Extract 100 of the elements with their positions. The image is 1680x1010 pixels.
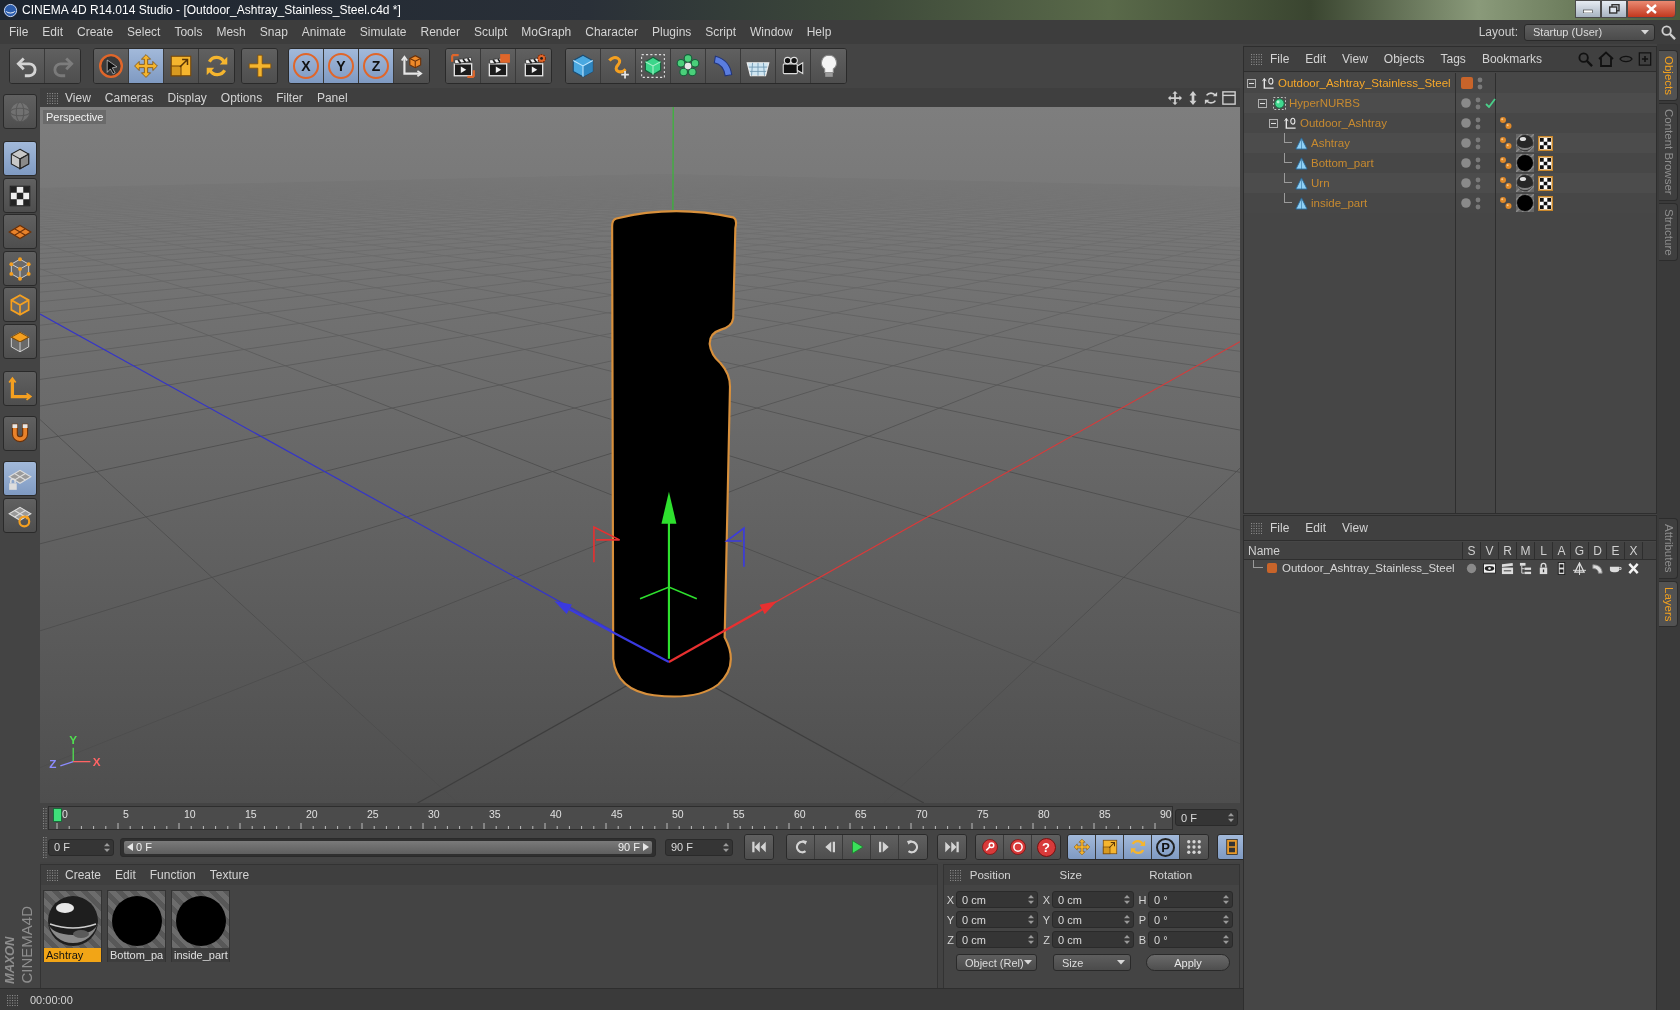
cross-icon[interactable] (1626, 561, 1640, 575)
camera-button[interactable] (776, 49, 811, 83)
material-tile[interactable]: Ashtray (43, 890, 102, 962)
sphere-tile-icon[interactable] (1516, 154, 1534, 172)
menu-item[interactable]: Tools (167, 25, 210, 39)
go-to-start-button[interactable] (745, 835, 773, 859)
minus-box-icon[interactable] (1258, 98, 1267, 108)
checker-tile-icon[interactable] (1538, 175, 1553, 191)
eye-icon[interactable] (1482, 561, 1496, 575)
grip-handle-icon[interactable] (6, 994, 18, 1006)
y-axis-arrow[interactable] (661, 491, 677, 659)
double-dot-icon[interactable] (1499, 196, 1512, 210)
model-mode-button[interactable] (3, 141, 37, 176)
point-level-button[interactable] (1180, 835, 1208, 859)
menu-item[interactable]: Render (413, 25, 467, 39)
menu-item[interactable]: Bookmarks (1473, 52, 1550, 66)
previous-key-button[interactable] (787, 835, 815, 859)
menu-item[interactable]: Sculpt (466, 25, 515, 39)
column-header[interactable]: L (1534, 542, 1552, 559)
menu-item[interactable]: Texture (202, 868, 257, 882)
column-header[interactable]: S (1462, 542, 1480, 559)
light-button[interactable] (811, 49, 846, 83)
stacked-dots-icon[interactable] (1475, 136, 1481, 150)
menu-item[interactable]: Tags (1432, 52, 1474, 66)
grip-handle-icon[interactable] (949, 869, 961, 881)
search-icon[interactable] (1661, 24, 1676, 40)
menu-item[interactable]: Edit (1297, 52, 1335, 66)
workplane-mode-button[interactable] (3, 214, 37, 249)
z-axis-button[interactable]: Z (359, 49, 394, 83)
menu-item[interactable]: Snap (252, 25, 295, 39)
column-header[interactable]: R (1498, 542, 1516, 559)
tweak-mode-button[interactable] (3, 416, 37, 451)
grip-handle-icon[interactable] (1250, 522, 1262, 534)
menu-item[interactable]: Filter (269, 90, 310, 105)
double-dot-icon[interactable] (1499, 176, 1512, 190)
checker-tile-icon[interactable] (1538, 155, 1553, 171)
start-frame-field[interactable]: 0 F (48, 838, 114, 856)
plane-handle[interactable] (639, 586, 698, 600)
material-tile[interactable]: Bottom_pa (107, 890, 166, 962)
auto-key-button[interactable] (1004, 835, 1032, 859)
viewport-canvas[interactable]: Perspective Y Z X (40, 107, 1240, 803)
double-dot-icon[interactable] (1499, 156, 1512, 170)
snap-settings-button[interactable] (3, 498, 37, 533)
x-axis-button[interactable]: X (289, 49, 324, 83)
rotation-field[interactable]: 0 ° (1148, 891, 1233, 908)
menu-item[interactable]: Edit (35, 25, 71, 39)
rotation-field[interactable]: 0 ° (1148, 931, 1233, 948)
grip-handle-icon[interactable] (42, 836, 48, 858)
menu-item[interactable]: Window (743, 25, 800, 39)
menu-item[interactable]: Mesh (209, 25, 253, 39)
next-key-button[interactable] (899, 835, 927, 859)
minimize-button[interactable] (1575, 0, 1601, 18)
menu-item[interactable]: Plugins (644, 25, 699, 39)
sphere-tile-icon[interactable] (1516, 194, 1534, 212)
menu-item[interactable]: View (58, 90, 98, 105)
parameter-key-button[interactable]: P (1152, 835, 1180, 859)
key-selection-button[interactable]: ? (1032, 835, 1060, 859)
layout-dropdown[interactable]: Startup (User) (1524, 23, 1655, 41)
edges-mode-button[interactable] (3, 287, 37, 322)
layer-dot-icon[interactable] (1461, 118, 1471, 128)
coordinate-system-button[interactable] (394, 49, 429, 83)
menu-item[interactable]: View (1334, 521, 1376, 535)
object-name[interactable]: Outdoor_Ashtray_Stainless_Steel (1278, 77, 1451, 89)
left-triangle-icon[interactable] (127, 843, 133, 851)
next-frame-button[interactable] (871, 835, 899, 859)
menu-item[interactable]: Display (160, 90, 214, 105)
minus-box-icon[interactable] (1269, 118, 1278, 128)
panel-tab[interactable]: Objects (1659, 50, 1678, 101)
texture-mode-button[interactable] (3, 178, 37, 213)
y-axis-button[interactable]: Y (324, 49, 359, 83)
apply-button[interactable]: Apply (1146, 954, 1230, 971)
menu-item[interactable]: Function (142, 868, 203, 882)
subdivision-button[interactable] (636, 49, 671, 83)
end-frame-field[interactable]: 90 F (665, 838, 733, 856)
clapperboard-icon[interactable] (1500, 561, 1514, 575)
render-settings-button[interactable] (516, 49, 551, 83)
menu-item[interactable]: Character (578, 25, 645, 39)
flag-handle[interactable] (724, 526, 745, 568)
menu-item[interactable]: Cameras (97, 90, 161, 105)
axis-mode-button[interactable] (3, 371, 37, 406)
coordinate-mode-dropdown[interactable]: Object (Rel) (956, 954, 1037, 971)
layer-color-swatch[interactable] (1267, 563, 1277, 573)
column-header[interactable]: A (1552, 542, 1570, 559)
dot-icon[interactable] (1464, 561, 1478, 575)
spline-button[interactable] (601, 49, 636, 83)
material-tile[interactable]: inside_part (171, 890, 230, 962)
cube-button[interactable] (566, 49, 601, 83)
render-view-button[interactable] (446, 49, 481, 83)
menu-item[interactable]: Create (58, 868, 109, 882)
floor-button[interactable] (741, 49, 776, 83)
panel-tab[interactable]: Layers (1659, 580, 1678, 628)
rotation-field[interactable]: 0 ° (1148, 911, 1233, 928)
position-field[interactable]: 0 cm (956, 911, 1038, 928)
menu-item[interactable]: Panel (309, 90, 355, 105)
layer-color-swatch[interactable] (1461, 77, 1473, 89)
menu-item[interactable]: Objects (1375, 52, 1433, 66)
menu-item[interactable]: Edit (1297, 521, 1335, 535)
sphere-tile-icon[interactable] (1516, 174, 1534, 192)
checker-tile-icon[interactable] (1538, 135, 1553, 151)
column-header[interactable]: Name (1244, 542, 1462, 559)
